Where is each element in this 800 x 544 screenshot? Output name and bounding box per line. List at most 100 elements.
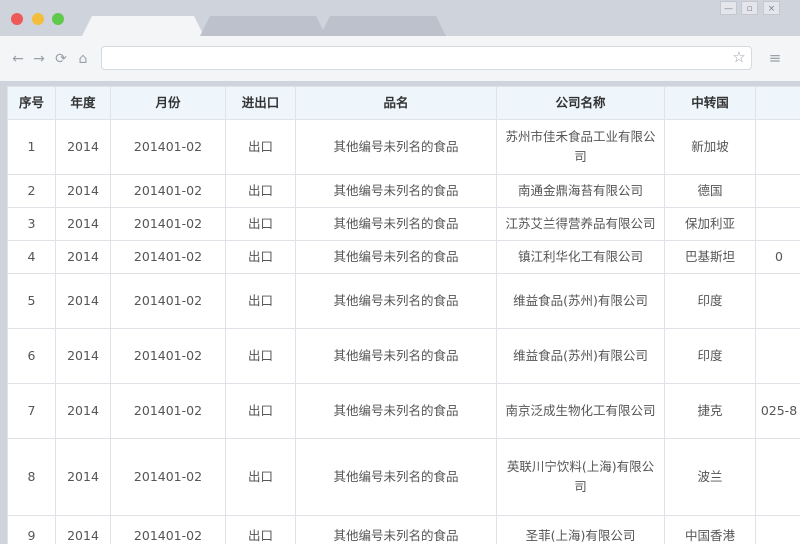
col-header-transit-country[interactable]: 中转国 <box>664 86 756 120</box>
cell-seq: 8 <box>7 438 56 516</box>
table-row: 4 2014 201401-02 出口 其他编号未列名的食品 镇江利华化工有限公司 巴基斯坦… <box>7 240 800 274</box>
minimize-button[interactable]: — <box>720 1 737 15</box>
table-row: 9 2014 201401-02 出口 其他编号未列名的食品 圣菲(上海)有限公司 中国香港 <box>7 515 800 544</box>
bookmark-star-icon[interactable]: ☆ <box>730 48 748 66</box>
cell-company: 南通金鼎海苔有限公司 <box>496 174 665 208</box>
maximize-button[interactable]: ▫ <box>741 1 758 15</box>
data-table: 序号 年度 月份 进出口 品名 公司名称 中转国 1 2014 201401-02 出… <box>7 86 800 544</box>
cell-month: 201401-02 <box>110 207 226 241</box>
col-header-product[interactable]: 品名 <box>295 86 497 120</box>
cell-import-export: 出口 <box>225 174 296 208</box>
cell-company: 南京泛成生物化工有限公司 <box>496 383 665 439</box>
cell-import-export: 出口 <box>225 438 296 516</box>
cell-extra <box>755 174 800 208</box>
cell-import-export: 出口 <box>225 207 296 241</box>
cell-month: 201401-02 <box>110 273 226 329</box>
col-header-company[interactable]: 公司名称 <box>496 86 665 120</box>
col-header-year[interactable]: 年度 <box>55 86 111 120</box>
cell-transit-country: 中国香港 <box>664 515 756 544</box>
cell-product: 其他编号未列名的食品 <box>295 119 497 175</box>
cell-transit-country: 德国 <box>664 174 756 208</box>
cell-import-export: 出口 <box>225 328 296 384</box>
table-header-row: 序号 年度 月份 进出口 品名 公司名称 中转国 <box>7 86 800 120</box>
col-header-extra[interactable] <box>755 86 800 120</box>
cell-product: 其他编号未列名的食品 <box>295 515 497 544</box>
cell-extra: 025-8 <box>755 383 800 439</box>
table-row: 7 2014 201401-02 出口 其他编号未列名的食品 南京泛成生物化工有限公司 捷克… <box>7 383 800 439</box>
cell-seq: 3 <box>7 207 56 241</box>
cell-month: 201401-02 <box>110 119 226 175</box>
cell-company: 镇江利华化工有限公司 <box>496 240 665 274</box>
cell-product: 其他编号未列名的食品 <box>295 207 497 241</box>
cell-transit-country: 新加坡 <box>664 119 756 175</box>
cell-import-export: 出口 <box>225 383 296 439</box>
cell-transit-country: 印度 <box>664 328 756 384</box>
cell-extra <box>755 207 800 241</box>
cell-year: 2014 <box>55 174 111 208</box>
home-icon[interactable]: ⌂ <box>75 51 91 67</box>
cell-seq: 2 <box>7 174 56 208</box>
cell-extra <box>755 438 800 516</box>
cell-month: 201401-02 <box>110 328 226 384</box>
cell-extra <box>755 515 800 544</box>
table-row: 6 2014 201401-02 出口 其他编号未列名的食品 维益食品(苏州)有限公司 印度 <box>7 328 800 384</box>
menu-icon[interactable]: ≡ <box>766 50 784 66</box>
cell-product: 其他编号未列名的食品 <box>295 273 497 329</box>
cell-company: 苏州市佳禾食品工业有限公司 <box>496 119 665 175</box>
cell-year: 2014 <box>55 119 111 175</box>
cell-month: 201401-02 <box>110 383 226 439</box>
cell-product: 其他编号未列名的食品 <box>295 438 497 516</box>
back-arrow-icon[interactable]: ← <box>10 51 26 67</box>
cell-year: 2014 <box>55 515 111 544</box>
cell-year: 2014 <box>55 383 111 439</box>
cell-year: 2014 <box>55 328 111 384</box>
page-content: 序号 年度 月份 进出口 品名 公司名称 中转国 1 2014 201401-02 出… <box>7 86 800 544</box>
cell-month: 201401-02 <box>110 515 226 544</box>
browser-tab-active[interactable] <box>82 16 204 36</box>
table-row: 8 2014 201401-02 出口 其他编号未列名的食品 英联川宁饮料(上海)有限公司… <box>7 438 800 516</box>
cell-year: 2014 <box>55 438 111 516</box>
table-row: 5 2014 201401-02 出口 其他编号未列名的食品 维益食品(苏州)有限公司 印度 <box>7 273 800 329</box>
col-header-seq[interactable]: 序号 <box>7 86 56 120</box>
cell-product: 其他编号未列名的食品 <box>295 240 497 274</box>
cell-seq: 1 <box>7 119 56 175</box>
cell-import-export: 出口 <box>225 273 296 329</box>
browser-tab-3[interactable] <box>320 16 446 36</box>
close-button[interactable]: × <box>763 1 780 15</box>
browser-titlebar: — ▫ × <box>0 0 800 36</box>
address-bar[interactable] <box>101 46 752 70</box>
zoom-window-dot[interactable] <box>52 13 64 25</box>
cell-transit-country: 保加利亚 <box>664 207 756 241</box>
minimize-window-dot[interactable] <box>32 13 44 25</box>
cell-seq: 4 <box>7 240 56 274</box>
col-header-month[interactable]: 月份 <box>110 86 226 120</box>
cell-product: 其他编号未列名的食品 <box>295 383 497 439</box>
cell-import-export: 出口 <box>225 515 296 544</box>
col-header-import-export[interactable]: 进出口 <box>225 86 296 120</box>
cell-seq: 9 <box>7 515 56 544</box>
cell-import-export: 出口 <box>225 119 296 175</box>
cell-seq: 6 <box>7 328 56 384</box>
table-row: 1 2014 201401-02 出口 其他编号未列名的食品 苏州市佳禾食品工业有限公司新… <box>7 119 800 175</box>
browser-tab-2[interactable] <box>200 16 326 36</box>
cell-product: 其他编号未列名的食品 <box>295 174 497 208</box>
cell-seq: 5 <box>7 273 56 329</box>
cell-month: 201401-02 <box>110 438 226 516</box>
cell-year: 2014 <box>55 240 111 274</box>
cell-extra <box>755 119 800 175</box>
cell-extra <box>755 328 800 384</box>
cell-import-export: 出口 <box>225 240 296 274</box>
cell-company: 江苏艾兰得营养品有限公司 <box>496 207 665 241</box>
cell-transit-country: 巴基斯坦 <box>664 240 756 274</box>
reload-icon[interactable]: ⟳ <box>53 51 69 67</box>
cell-company: 维益食品(苏州)有限公司 <box>496 273 665 329</box>
cell-company: 维益食品(苏州)有限公司 <box>496 328 665 384</box>
cell-month: 201401-02 <box>110 240 226 274</box>
table-row: 3 2014 201401-02 出口 其他编号未列名的食品 江苏艾兰得营养品有限公司 保加… <box>7 207 800 241</box>
cell-transit-country: 捷克 <box>664 383 756 439</box>
cell-extra: 0 <box>755 240 800 274</box>
cell-seq: 7 <box>7 383 56 439</box>
close-window-dot[interactable] <box>11 13 23 25</box>
forward-arrow-icon[interactable]: → <box>31 51 47 67</box>
cell-transit-country: 波兰 <box>664 438 756 516</box>
